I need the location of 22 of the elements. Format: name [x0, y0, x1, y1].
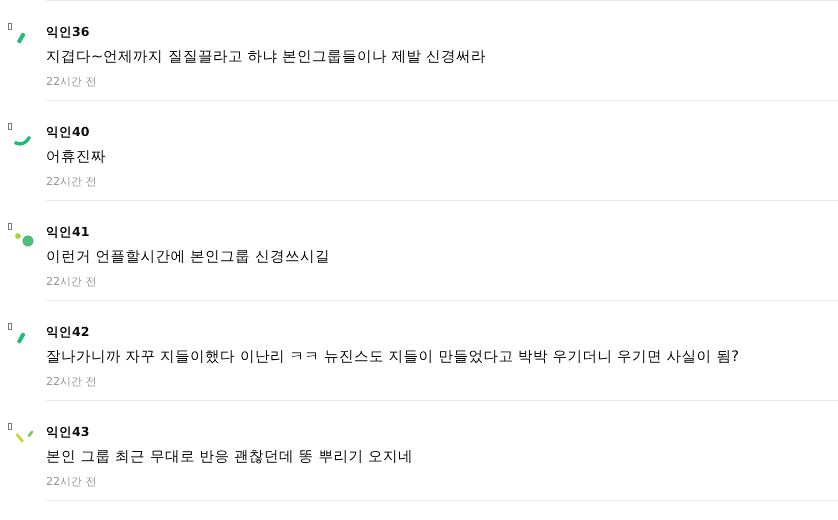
- avatar-icon: [17, 32, 26, 44]
- comment-author: 익인42: [46, 324, 90, 341]
- comment-time: 22시간 전: [46, 274, 96, 289]
- comment-text: 이런거 언플할시간에 본인그룹 신경쓰시길: [46, 248, 331, 266]
- image-placeholder-icon: [8, 123, 12, 130]
- comment-text: 잘나가니까 자꾸 지들이했다 이난리 ㅋㅋ 뉴진스도 지들이 만들었다고 박박 우기더니 우기면 사실이 됨?: [46, 348, 740, 366]
- comment-text: 어휴진짜: [46, 148, 107, 166]
- image-placeholder-icon: [8, 423, 12, 430]
- image-placeholder-icon: [8, 223, 12, 230]
- comment-author: 익인43: [46, 424, 90, 441]
- comment-text: 지겹다~언제까지 질질끌라고 하냐 본인그룹들이나 제발 신경써라: [46, 48, 488, 66]
- comment-author: 익인41: [46, 224, 90, 241]
- comment-author: 익인40: [46, 124, 90, 141]
- comment-time: 22시간 전: [46, 374, 96, 389]
- comment-text: 본인 그룹 최근 무대로 반응 괜찮던데 똥 뿌리기 오지네: [46, 448, 414, 466]
- image-placeholder-icon: [8, 323, 12, 330]
- avatar-icon: [17, 332, 26, 344]
- comment-time: 22시간 전: [46, 74, 96, 89]
- comment-time: 22시간 전: [46, 474, 96, 489]
- comment-time: 22시간 전: [46, 174, 96, 189]
- comment-author: 익인36: [46, 24, 90, 41]
- image-placeholder-icon: [8, 23, 12, 30]
